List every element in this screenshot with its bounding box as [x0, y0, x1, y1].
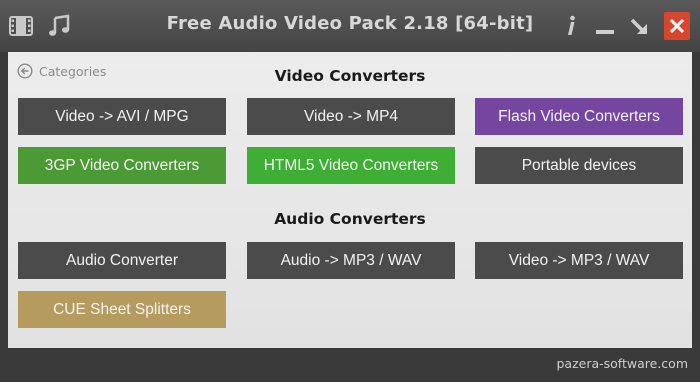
html5-video-converters-button[interactable]: HTML5 Video Converters [247, 147, 455, 184]
info-icon[interactable] [558, 13, 584, 39]
minimize-icon[interactable] [592, 13, 618, 39]
flash-video-converters-button[interactable]: Flash Video Converters [475, 98, 683, 135]
website-link[interactable]: pazera-software.com [556, 356, 688, 371]
main-panel: Categories Video Converters Video -> AVI… [8, 52, 692, 348]
video-to-avi-mpg-button[interactable]: Video -> AVI / MPG [18, 98, 226, 135]
audio-converter-button[interactable]: Audio Converter [18, 242, 226, 279]
film-icon[interactable] [8, 13, 34, 39]
video-section-heading: Video Converters [274, 67, 426, 85]
window-title: Free Audio Video Pack 2.18 [64-bit] [166, 13, 534, 34]
title-bar[interactable]: Free Audio Video Pack 2.18 [64-bit] [0, 0, 700, 52]
video-to-mp3-wav-button[interactable]: Video -> MP3 / WAV [475, 242, 683, 279]
audio-section-heading: Audio Converters [274, 210, 426, 228]
app-window: Free Audio Video Pack 2.18 [64-bit] Cate… [0, 0, 700, 382]
video-to-mp4-button[interactable]: Video -> MP4 [247, 98, 455, 135]
music-note-icon[interactable] [46, 13, 72, 39]
cue-sheet-splitters-button[interactable]: CUE Sheet Splitters [18, 291, 226, 328]
3gp-video-converters-button[interactable]: 3GP Video Converters [18, 147, 226, 184]
restore-icon[interactable] [627, 13, 653, 39]
close-icon[interactable] [664, 12, 690, 40]
portable-devices-button[interactable]: Portable devices [475, 147, 683, 184]
audio-to-mp3-wav-button[interactable]: Audio -> MP3 / WAV [247, 242, 455, 279]
